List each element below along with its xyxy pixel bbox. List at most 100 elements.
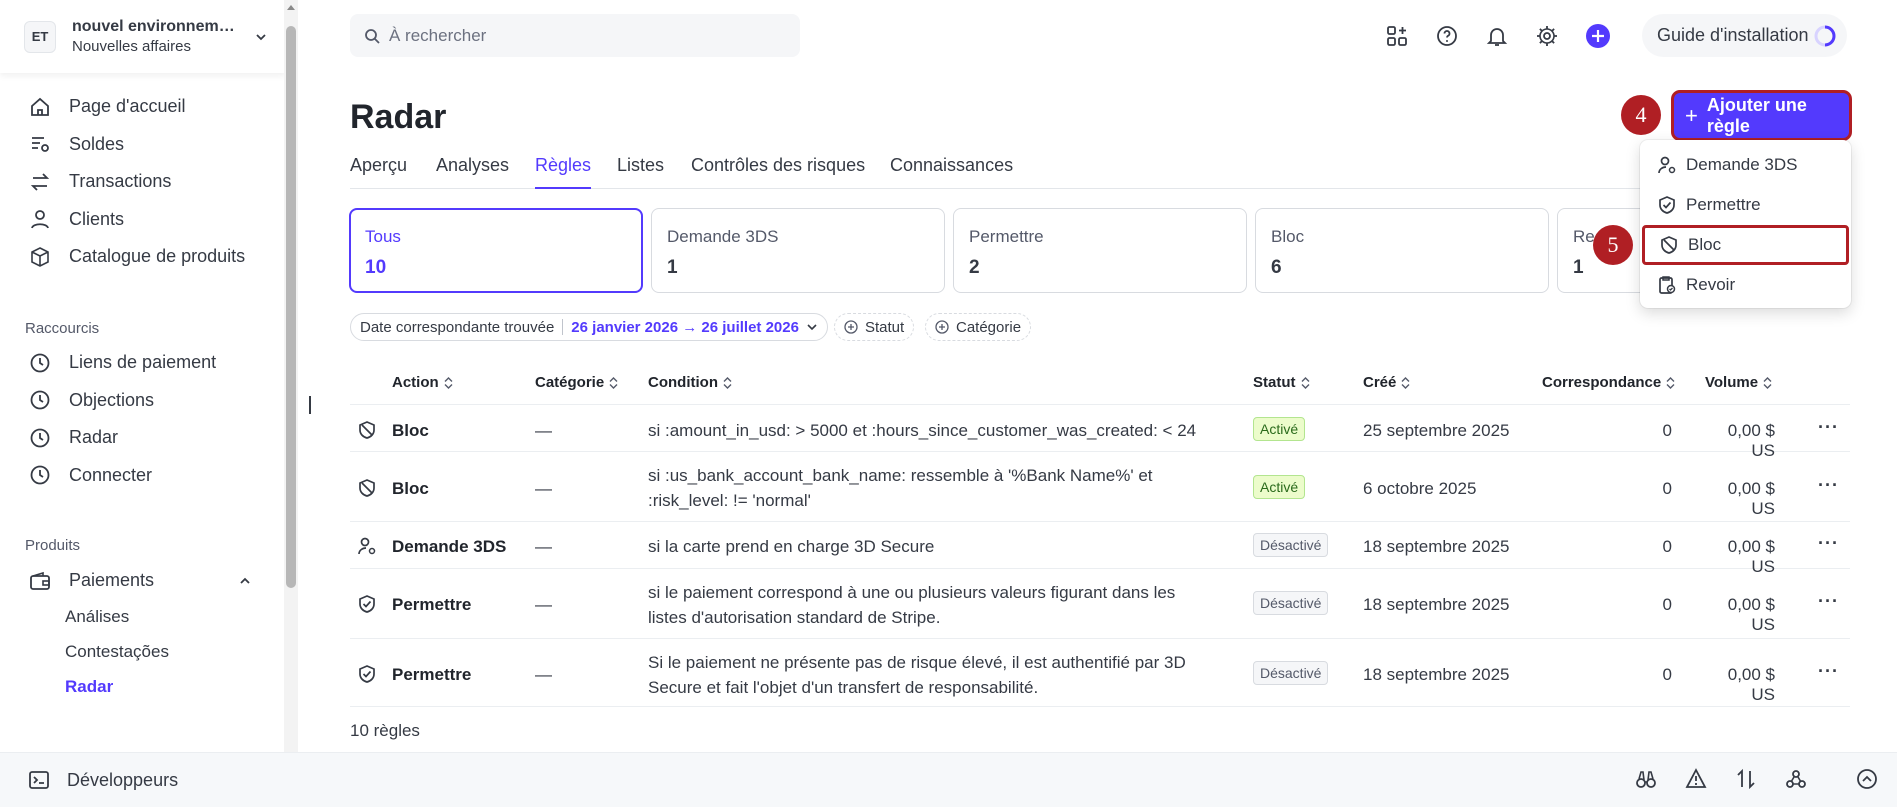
chevron-down-icon [256,33,266,40]
account-subtitle: Nouvelles affaires [72,37,191,55]
date-filter-label: Date correspondante trouvée [360,318,555,336]
row-more-menu[interactable]: ··· [1818,591,1839,612]
card-label: Bloc [1271,227,1305,246]
row-volume: 0,00 $ US [1727,665,1775,704]
gear-icon[interactable] [1535,24,1559,48]
nav-disputes[interactable]: Contestações [0,635,285,670]
sort-arrows-icon[interactable] [1735,768,1757,790]
block-shield-icon [1661,236,1677,254]
binoculars-icon[interactable] [1635,768,1657,790]
date-filter-value: 26 janvier 2026 → 26 juillet 2026 [571,318,799,336]
status-filter[interactable]: Statut [834,313,915,341]
row-matches: 0 [1662,665,1672,684]
sort-icon [1401,376,1410,389]
add-rule-dropdown: Demande 3DS Permettre Bloc Revoir [1640,140,1851,308]
menu-item-3ds[interactable]: Demande 3DS [1640,145,1851,185]
card-label: Demande 3DS [667,227,779,246]
row-category: — [535,421,552,440]
row-condition: si :us_bank_account_bank_name: ressemble… [648,466,1153,510]
tab-lists[interactable]: Listes [617,155,664,189]
row-created: 18 septembre 2025 [1363,595,1510,614]
nav-analyses[interactable]: Análises [0,600,285,635]
card-count: 1 [667,257,678,278]
nav-catalog[interactable]: Catalogue de produits [0,238,285,276]
menu-item-label: Bloc [1688,235,1722,254]
row-condition: si :amount_in_usd: > 5000 et :hours_sinc… [648,421,1197,440]
chevron-up-circle-icon[interactable] [1856,768,1878,790]
sidebar-scroll-thumb[interactable] [286,26,296,588]
nav-home[interactable]: Page d'accueil [0,88,285,126]
row-more-menu[interactable]: ··· [1818,533,1839,554]
setup-guide-button[interactable]: Guide d'installation [1642,14,1847,57]
row-action[interactable]: Bloc [392,421,429,441]
col-label: Action [392,374,439,391]
filter-card-3ds[interactable]: Demande 3DS 1 [651,208,945,293]
col-created[interactable]: Créé [1363,374,1410,391]
row-more-menu[interactable]: ··· [1818,417,1839,438]
tab-rules[interactable]: Règles [535,155,592,189]
row-condition: Si le paiement ne présente pas de risque… [648,653,1186,697]
nav-customers[interactable]: Clients [0,201,285,239]
nav-payments[interactable]: Paiements [0,562,285,600]
shortcut-payment-links[interactable]: Liens de paiement [0,344,285,382]
tab-overview[interactable]: Aperçu [350,155,407,189]
filter-card-all[interactable]: Tous 10 [349,208,643,293]
apps-add-icon[interactable] [1385,24,1409,48]
row-more-menu[interactable]: ··· [1818,475,1839,496]
col-condition[interactable]: Condition [648,374,732,391]
row-matches: 0 [1662,537,1672,556]
row-action[interactable]: Permettre [392,665,471,685]
category-filter-label: Catégorie [956,318,1022,336]
col-status[interactable]: Statut [1253,374,1310,391]
shortcut-label: Liens de paiement [69,352,217,373]
row-action[interactable]: Bloc [392,479,429,499]
status-filter-label: Statut [865,318,905,336]
terminal-icon [28,769,50,791]
date-filter[interactable]: Date correspondante trouvée 26 janvier 2… [350,313,828,341]
warning-icon[interactable] [1685,768,1707,790]
tab-knowledge[interactable]: Connaissances [890,155,1013,189]
bell-icon[interactable] [1485,24,1509,48]
shortcut-radar[interactable]: Radar [0,419,285,457]
nav-transactions[interactable]: Transactions [0,163,285,201]
tab-risk-controls[interactable]: Contrôles des risques [691,155,865,189]
scroll-up-arrow-icon[interactable] [286,3,296,13]
nav-balances[interactable]: Soldes [0,126,285,164]
search-bar[interactable]: À rechercher [350,14,800,57]
menu-item-block[interactable]: Bloc [1642,225,1849,265]
col-action[interactable]: Action [392,374,453,391]
chevron-down-icon [807,324,817,331]
row-created: 25 septembre 2025 [1363,421,1510,440]
col-volume[interactable]: Volume [1705,374,1772,391]
help-icon[interactable] [1435,24,1459,48]
shortcut-connect[interactable]: Connecter [0,457,285,495]
chevron-up-icon[interactable] [238,575,252,587]
tab-analyses[interactable]: Analyses [436,155,509,189]
webhook-icon[interactable] [1785,768,1807,790]
col-category[interactable]: Catégorie [535,374,618,391]
status-badge: Activé [1253,475,1306,499]
filter-card-allow[interactable]: Permettre 2 [953,208,1247,293]
category-filter[interactable]: Catégorie [925,313,1032,341]
add-rule-button[interactable]: + Ajouter une règle [1671,90,1852,141]
clock-icon [28,388,52,412]
card-label: Permettre [969,227,1044,246]
account-name: nouvel environnemen... [72,17,242,35]
step-badge-4: 4 [1621,95,1661,135]
col-matches[interactable]: Correspondance [1542,374,1675,391]
create-plus-icon[interactable] [1586,24,1610,48]
row-category: — [535,595,552,614]
shortcut-label: Radar [69,427,119,448]
row-more-menu[interactable]: ··· [1818,661,1839,682]
row-action[interactable]: Permettre [392,595,471,615]
developers-button[interactable]: Développeurs [28,769,178,791]
shortcut-disputes[interactable]: Objections [0,382,285,420]
nav-radar-active[interactable]: Radar [0,670,285,705]
account-switcher[interactable]: ET nouvel environnemen... Nouvelles affa… [0,0,285,73]
card-count: 2 [969,257,980,278]
card-count: 6 [1271,257,1282,278]
menu-item-allow[interactable]: Permettre [1640,185,1851,225]
filter-card-block[interactable]: Bloc 6 [1255,208,1549,293]
row-action[interactable]: Demande 3DS [392,537,506,557]
menu-item-review[interactable]: Revoir [1640,265,1851,305]
